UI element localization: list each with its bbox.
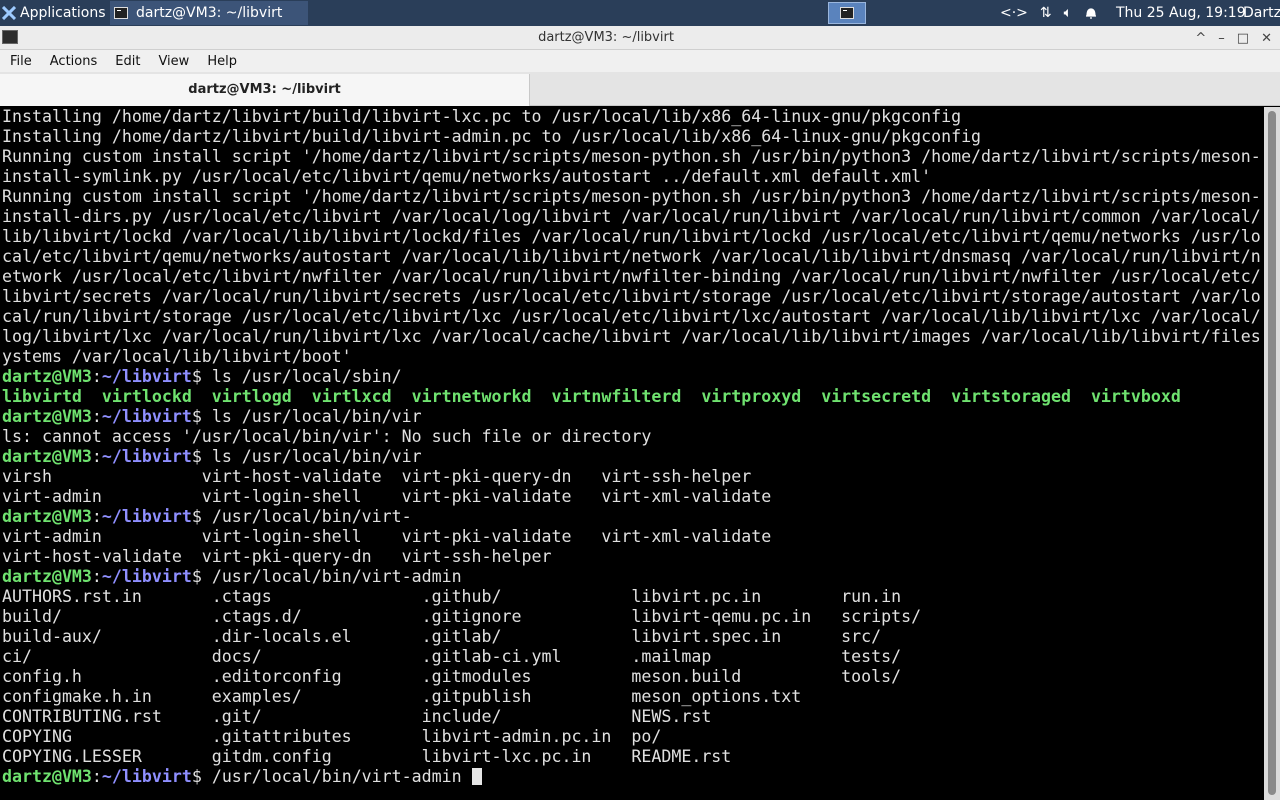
output-line: build-aux/ .dir-locals.el .gitlab/ libvi… [2,627,882,646]
output-line: Installing /home/dartz/libvirt/build/lib… [2,107,962,126]
prompt-user: dartz@VM3 [2,567,92,586]
prompt-colon: : [91,507,102,526]
prompt-path: ~/libvirt [101,447,192,466]
prompt-line: dartz@VM3:~/libvirt$ /usr/local/bin/virt… [2,507,1262,527]
output-line: install-symlink.py /usr/local/etc/libvir… [2,167,932,186]
menu-actions[interactable]: Actions [50,54,98,69]
output-line: CONTRIBUTING.rst .git/ include/ NEWS.rst [2,707,712,726]
command-text: $ /usr/local/bin/virt-admin [191,767,472,786]
workspace-switcher[interactable] [828,2,866,24]
shade-button[interactable]: ^ [1195,31,1206,46]
output-line: COPYING.LESSER gitdm.config libvirt-lxc.… [2,747,732,766]
network-arrows-icon[interactable]: <·> [1000,5,1028,21]
output-line: Running custom install script '/home/dar… [2,147,1261,166]
prompt-path: ~/libvirt [101,367,192,386]
output-line: etwork /usr/local/etc/libvirt/nwfilter /… [2,267,1261,286]
prompt-user: dartz@VM3 [2,447,92,466]
scrollbar[interactable] [1264,107,1280,800]
prompt-path: ~/libvirt [101,407,192,426]
output-line: build/ .ctags.d/ .gitignore libvirt-qemu… [2,607,922,626]
prompt-line: dartz@VM3:~/libvirt$ ls /usr/local/sbin/ [2,367,1262,387]
taskbar-item-terminal[interactable]: dartz@VM3: ~/libvirt [110,1,308,25]
prompt-line: dartz@VM3:~/libvirt$ /usr/local/bin/virt… [2,567,1262,587]
output-line: configmake.h.in examples/ .gitpublish me… [2,687,802,706]
output-line: ci/ docs/ .gitlab-ci.yml .mailmap tests/ [2,647,902,666]
command-text: $ /usr/local/bin/virt- [191,507,412,526]
top-panel: Applications dartz@VM3: ~/libvirt <·> ⇅ … [0,0,1280,26]
prompt-path: ~/libvirt [101,507,192,526]
prompt-user: dartz@VM3 [2,367,92,386]
prompt-user: dartz@VM3 [2,407,92,426]
output-line: libvirt/secrets /var/local/run/libvirt/s… [2,287,1261,306]
menu-view[interactable]: View [158,54,189,69]
output-line: COPYING .gitattributes libvirt-admin.pc.… [2,727,662,746]
maximize-button[interactable]: □ [1237,31,1249,46]
prompt-user: dartz@VM3 [2,767,92,786]
output-line: cal/etc/libvirt/qemu/networks/autostart … [2,247,1261,266]
prompt-colon: : [91,407,102,426]
output-line: AUTHORS.rst.in .ctags .github/ libvirt.p… [2,587,902,606]
menu-help[interactable]: Help [207,54,237,69]
system-tray: <·> ⇅ 🔈︎ [1000,0,1098,26]
output-line: log/libvirt/lxc /var/local/run/libvirt/l… [2,327,1261,346]
applications-menu[interactable]: Applications [2,0,106,26]
prompt-colon: : [91,767,102,786]
tab-bar: dartz@VM3: ~/libvirt [0,72,1280,106]
xfce-logo-icon [2,6,16,20]
user-menu[interactable]: Dartz [1243,0,1280,26]
close-button[interactable]: ✕ [1261,31,1272,46]
output-line: Running custom install script '/home/dar… [2,187,1261,206]
executable-listing-line: libvirtd virtlockd virtlogd virtlxcd vir… [2,387,1181,406]
output-line: install-dirs.py /usr/local/etc/libvirt /… [2,207,1261,226]
prompt-user: dartz@VM3 [2,507,92,526]
prompt-colon: : [91,567,102,586]
menu-edit[interactable]: Edit [115,54,140,69]
window-controls: ^ – □ ✕ [1195,26,1272,50]
tab-terminal[interactable]: dartz@VM3: ~/libvirt [0,74,530,106]
command-text: $ ls /usr/local/bin/vir [191,407,422,426]
window-titlebar[interactable]: dartz@VM3: ~/libvirt ^ – □ ✕ [0,26,1280,50]
prompt-path: ~/libvirt [101,767,192,786]
output-line: virsh virt-host-validate virt-pki-query-… [2,467,752,486]
clock[interactable]: Thu 25 Aug, 19:19 [1116,0,1246,26]
volume-icon[interactable]: 🔈︎ [1064,5,1072,21]
output-line: virt-admin virt-login-shell virt-pki-val… [2,527,772,546]
output-line: ystems /var/local/lib/libvirt/boot' [2,347,352,366]
output-line: Installing /home/dartz/libvirt/build/lib… [2,127,982,146]
updown-arrows-icon[interactable]: ⇅ [1040,5,1052,21]
command-text: $ ls /usr/local/bin/vir [191,447,422,466]
prompt-line: dartz@VM3:~/libvirt$ /usr/local/bin/virt… [2,767,1262,787]
output-line: cal/run/libvirt/storage /usr/local/etc/l… [2,307,1261,326]
bell-icon[interactable] [1084,6,1098,20]
prompt-colon: : [91,447,102,466]
output-line: config.h .editorconfig .gitmodules meson… [2,667,902,686]
text-cursor [471,768,482,785]
minimize-button[interactable]: – [1218,31,1225,46]
output-line: virt-admin virt-login-shell virt-pki-val… [2,487,772,506]
menu-file[interactable]: File [10,54,32,69]
prompt-path: ~/libvirt [101,567,192,586]
output-line: ls: cannot access '/usr/local/bin/vir': … [2,427,652,446]
window-title: dartz@VM3: ~/libvirt [538,30,674,45]
command-text: $ /usr/local/bin/virt-admin [191,567,462,586]
output-line: virt-host-validate virt-pki-query-dn vir… [2,547,552,566]
applications-label: Applications [20,5,106,21]
prompt-line: dartz@VM3:~/libvirt$ ls /usr/local/bin/v… [2,447,1262,467]
prompt-colon: : [91,367,102,386]
menu-bar: File Actions Edit View Help [0,50,1280,72]
terminal-output[interactable]: Installing /home/dartz/libvirt/build/lib… [2,107,1262,798]
prompt-line: dartz@VM3:~/libvirt$ ls /usr/local/bin/v… [2,407,1262,427]
scrollbar-thumb[interactable] [1268,111,1276,795]
terminal-icon [840,7,854,19]
command-text: $ ls /usr/local/sbin/ [191,367,402,386]
taskbar-item-label: dartz@VM3: ~/libvirt [136,5,283,21]
output-line: lib/libvirt/lockd /var/local/lib/libvirt… [2,227,1261,246]
terminal-icon [114,7,128,19]
